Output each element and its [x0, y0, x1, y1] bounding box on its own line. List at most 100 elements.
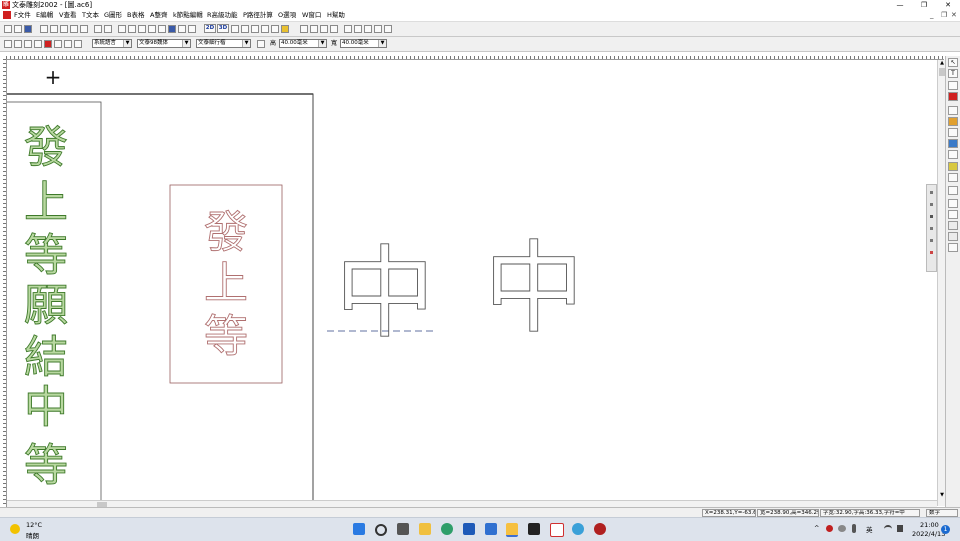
font-select[interactable]: 文泰98魏体 ▼ [137, 39, 191, 48]
menu-node-edit[interactable]: k節點編輯 [173, 10, 203, 21]
menu-advanced[interactable]: R高級功能 [207, 10, 238, 21]
abc-tool-icon[interactable] [948, 243, 958, 252]
vertical-ruler[interactable] [0, 59, 7, 507]
menu-align[interactable]: A整齊 [150, 10, 167, 21]
tray-chevron-up-icon[interactable]: ^ [814, 524, 819, 532]
zoom-window-icon[interactable] [24, 40, 32, 48]
tray-mic-icon[interactable] [852, 524, 856, 533]
node-tool-icon[interactable] [948, 106, 958, 115]
windows-start-icon[interactable] [353, 523, 365, 535]
tray-volume-icon[interactable] [897, 525, 903, 532]
zoom-out-icon[interactable] [14, 40, 22, 48]
menu-list-icon[interactable] [948, 186, 958, 195]
2d-button[interactable]: 2D [204, 24, 216, 33]
redo-icon[interactable] [104, 25, 112, 33]
menu-table[interactable]: B表格 [127, 10, 144, 21]
output-icon[interactable] [168, 25, 176, 33]
stop-icon[interactable] [44, 40, 52, 48]
render-icon[interactable] [281, 25, 289, 33]
distribute-icon[interactable] [384, 25, 392, 33]
3d-button[interactable]: 3D [217, 24, 229, 33]
select-arrow-icon[interactable]: ↖ [948, 58, 958, 67]
mdi-restore-button[interactable]: ❐ [941, 10, 947, 21]
pattern-icon[interactable] [271, 25, 279, 33]
table-tool-icon[interactable] [948, 139, 958, 148]
menu-options[interactable]: O選項 [278, 10, 296, 21]
lightbulb-icon[interactable] [178, 25, 186, 33]
pan-icon[interactable] [34, 40, 42, 48]
app-icon-blue[interactable] [572, 523, 584, 535]
weather-moon-icon[interactable] [10, 524, 20, 534]
tray-time[interactable]: 21:00 [920, 521, 939, 529]
pen-tool-icon[interactable] [948, 128, 958, 137]
print-preview-icon[interactable] [148, 25, 156, 33]
doc-icon[interactable] [3, 11, 11, 19]
layer-tool-icon[interactable] [948, 150, 958, 159]
copy-icon[interactable] [50, 25, 58, 33]
acrobat-icon[interactable] [550, 523, 564, 537]
tray-date[interactable]: 2022/4/13 [912, 530, 945, 538]
align-left-icon[interactable] [354, 25, 362, 33]
fill-tool-icon[interactable] [948, 117, 958, 126]
align-center-icon[interactable] [364, 25, 372, 33]
menu-text[interactable]: T文本 [82, 10, 99, 21]
vertical-char[interactable]: 結 [24, 332, 69, 384]
disabled-tool-icon[interactable] [948, 232, 958, 241]
engrave-icon[interactable] [251, 25, 259, 33]
emboss-icon[interactable] [241, 25, 249, 33]
arc-icon[interactable] [320, 25, 328, 33]
height-input[interactable]: 40.00毫米 ▼ [279, 39, 327, 48]
store-icon[interactable] [463, 523, 475, 535]
delete-icon[interactable] [70, 25, 78, 33]
text-tool-icon[interactable]: T [948, 69, 958, 78]
drawing-canvas[interactable]: 發 上 等 願 結 中 等 發 上 等 中 中 + [7, 60, 937, 500]
box-char[interactable]: 等 [204, 311, 249, 363]
undo-icon[interactable] [94, 25, 102, 33]
menu-file[interactable]: F文件 [14, 10, 31, 21]
minimize-button[interactable]: — [888, 0, 912, 10]
print-icon[interactable] [138, 25, 146, 33]
tray-cloud-icon[interactable] [838, 525, 846, 532]
file-explorer-icon[interactable] [419, 523, 431, 535]
relief-icon[interactable] [231, 25, 239, 33]
font-style-select[interactable]: 文泰細行楷 ▼ [196, 39, 251, 48]
edge-browser-icon[interactable] [441, 523, 453, 535]
menu-graphics[interactable]: G圖形 [104, 10, 122, 21]
paste-icon[interactable] [60, 25, 68, 33]
close-button[interactable]: ✕ [936, 0, 960, 10]
vertical-char[interactable]: 願 [24, 280, 69, 332]
grid-icon[interactable] [344, 25, 352, 33]
texture-icon[interactable] [261, 25, 269, 33]
terminal-icon[interactable] [528, 523, 540, 535]
tray-ime[interactable]: 英 [866, 524, 873, 534]
width-input[interactable]: 40.00毫米 ▼ [340, 39, 387, 48]
menu-path-calc[interactable]: P路徑計算 [243, 10, 273, 21]
tray-wifi-icon[interactable] [884, 525, 892, 533]
help-icon[interactable] [188, 25, 196, 33]
vertical-char[interactable]: 上 [24, 177, 69, 229]
large-char[interactable]: 中 [484, 230, 585, 348]
text-frame-icon[interactable] [257, 40, 265, 48]
open-icon[interactable] [14, 25, 22, 33]
transform-tool-icon[interactable] [948, 173, 958, 182]
vertical-char[interactable]: 中 [24, 382, 69, 434]
weather-temp[interactable]: 12°C [26, 521, 42, 529]
save-icon[interactable] [24, 25, 32, 33]
vertical-char[interactable]: 發 [24, 122, 69, 174]
notification-badge[interactable]: 1 [941, 525, 950, 534]
line-tool-icon[interactable] [300, 25, 308, 33]
app-icon[interactable]: 雕 [2, 1, 10, 9]
restore-button[interactable]: ❐ [912, 0, 936, 10]
menu-help[interactable]: H幫助 [327, 10, 345, 21]
settings-app-icon[interactable] [485, 523, 497, 535]
cut-icon[interactable] [40, 25, 48, 33]
menu-window[interactable]: W窗口 [302, 10, 321, 21]
zoom-page-icon[interactable] [64, 40, 72, 48]
tray-record-icon[interactable] [826, 525, 833, 532]
new-icon[interactable] [4, 25, 12, 33]
search-icon[interactable] [375, 524, 387, 536]
large-char[interactable]: 中 [335, 235, 436, 353]
disabled-tool-icon[interactable] [948, 221, 958, 230]
zoom-in-icon[interactable] [4, 40, 12, 48]
carving-app-icon[interactable] [506, 523, 518, 537]
